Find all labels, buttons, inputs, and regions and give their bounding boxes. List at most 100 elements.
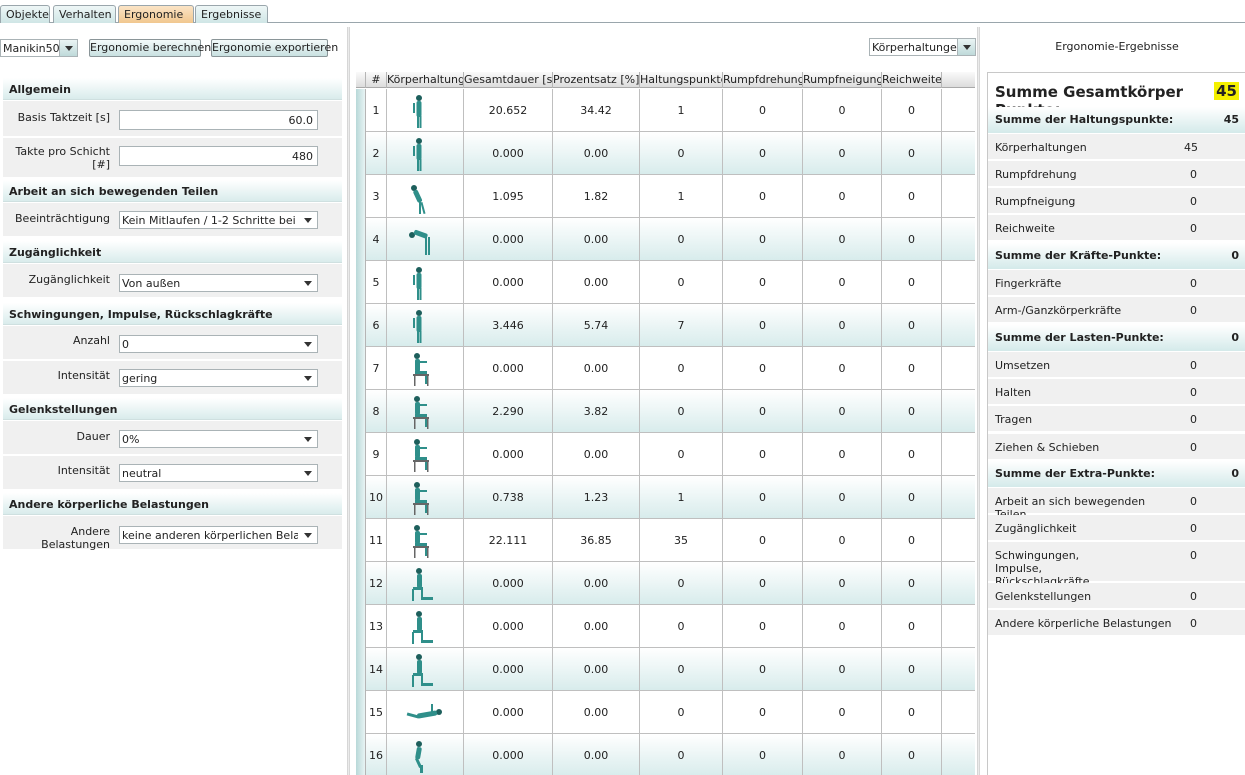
total-points-row: Summe Gesamtkörper Punkte: 45 <box>988 80 1245 119</box>
intensitaet-select[interactable]: gering <box>119 369 318 387</box>
cell-rumpfneigung: 0 <box>803 476 882 519</box>
panel-splitter-right[interactable] <box>977 27 980 775</box>
table-row[interactable]: 13 0.000 0.00 0 0 0 0 <box>356 605 975 648</box>
chevron-down-icon[interactable] <box>299 431 317 447</box>
cell-gesamtdauer: 0.000 <box>464 433 553 476</box>
compute-ergonomics-button[interactable]: Ergonomie berechnen <box>89 39 211 57</box>
intensitaet-gelenk-label: Intensität <box>57 464 110 477</box>
header-prozentsatz[interactable]: Prozentsatz [%] <box>553 72 640 88</box>
table-row[interactable]: 5 0.000 0.00 0 0 0 0 <box>356 261 975 304</box>
row-selector[interactable] <box>356 605 366 648</box>
row-selector[interactable] <box>356 519 366 562</box>
table-row[interactable]: 10 0.738 1.23 1 0 0 0 <box>356 476 975 519</box>
andere-belastungen-select[interactable]: keine anderen körperlichen Belastur <box>119 526 318 544</box>
row-selector[interactable] <box>356 347 366 390</box>
force-sum-label: Summe der Kräfte-Punkte: <box>995 249 1162 262</box>
takte-pro-schicht-input[interactable]: 480 <box>119 146 318 166</box>
intensitaet-gelenk-select[interactable]: neutral <box>119 464 318 482</box>
cell-koerperhaltung <box>387 132 464 175</box>
result-label: Fingerkräfte <box>995 277 1062 290</box>
beeintraechtigung-select[interactable]: Kein Mitlaufen / 1-2 Schritte bei Auf <box>119 211 318 229</box>
row-selector[interactable] <box>356 175 366 218</box>
anzahl-select[interactable]: 0 <box>119 335 318 353</box>
chevron-down-icon[interactable] <box>299 336 317 352</box>
row-selector[interactable] <box>356 476 366 519</box>
cell-gesamtdauer: 0.000 <box>464 132 553 175</box>
row-selector[interactable] <box>356 89 366 132</box>
cell-koerperhaltung <box>387 562 464 605</box>
table-row[interactable]: 6 3.446 5.74 7 0 0 0 <box>356 304 975 347</box>
cell-rumpfdrehung: 0 <box>723 433 803 476</box>
cell-index: 7 <box>366 347 387 390</box>
cell-index: 5 <box>366 261 387 304</box>
chevron-down-icon[interactable] <box>59 40 77 56</box>
basis-taktzeit-input[interactable]: 60.0 <box>119 110 318 130</box>
table-row[interactable]: 14 0.000 0.00 0 0 0 0 <box>356 648 975 691</box>
row-takte-pro-schicht: Takte pro Schicht [#] 480 <box>3 138 342 178</box>
export-ergonomics-button[interactable]: Ergonomie exportieren <box>211 39 338 57</box>
cell-rumpfneigung: 0 <box>803 89 882 132</box>
table-row[interactable]: 12 0.000 0.00 0 0 0 0 <box>356 562 975 605</box>
cell-reichweite: 0 <box>882 175 942 218</box>
table-row[interactable]: 2 0.000 0.00 0 0 0 0 <box>356 132 975 175</box>
header-rumpfneigung[interactable]: Rumpfneigung <box>803 72 882 88</box>
cell-rumpfdrehung: 0 <box>723 261 803 304</box>
row-selector[interactable] <box>356 304 366 347</box>
header-rumpfdrehung[interactable]: Rumpfdrehung <box>723 72 803 88</box>
chevron-down-icon[interactable] <box>299 275 317 291</box>
cell-reichweite: 0 <box>882 734 942 775</box>
row-selector[interactable] <box>356 433 366 476</box>
table-row[interactable]: 11 22.111 36.85 35 0 0 0 <box>356 519 975 562</box>
section-gelenkstellungen: Gelenkstellungen <box>3 398 342 420</box>
cell-haltungspunkte: 0 <box>640 648 723 691</box>
dauer-select[interactable]: 0% <box>119 430 318 448</box>
row-selector[interactable] <box>356 390 366 433</box>
table-row[interactable]: 16 0.000 0.00 0 0 0 0 <box>356 734 975 775</box>
cell-prozentsatz: 0.00 <box>553 605 640 648</box>
chevron-down-icon[interactable] <box>299 465 317 481</box>
row-selector[interactable] <box>356 562 366 605</box>
result-value: 0 <box>1190 359 1197 372</box>
view-select[interactable]: Körperhaltungen <box>869 38 976 56</box>
table-row[interactable]: 3 1.095 1.82 1 0 0 0 <box>356 175 975 218</box>
tab-objekte[interactable]: Objekte <box>0 5 50 23</box>
zugaenglichkeit-select[interactable]: Von außen <box>119 274 318 292</box>
cell-reichweite: 0 <box>882 605 942 648</box>
table-row[interactable]: 7 0.000 0.00 0 0 0 0 <box>356 347 975 390</box>
tab-verhalten[interactable]: Verhalten <box>53 5 116 23</box>
intensitaet-value: gering <box>122 372 158 385</box>
cell-koerperhaltung <box>387 605 464 648</box>
row-selector[interactable] <box>356 261 366 304</box>
row-selector[interactable] <box>356 132 366 175</box>
cell-index: 3 <box>366 175 387 218</box>
cell-empty <box>942 304 975 347</box>
chevron-down-icon[interactable] <box>957 39 975 55</box>
header-haltungspunkte[interactable]: Haltungspunkte <box>640 72 723 88</box>
chevron-down-icon[interactable] <box>299 527 317 543</box>
header-reichweite[interactable]: Reichweite <box>882 72 942 88</box>
table-row[interactable]: 9 0.000 0.00 0 0 0 0 <box>356 433 975 476</box>
tab-ergebnisse[interactable]: Ergebnisse <box>195 5 268 23</box>
table-row[interactable]: 1 20.652 34.42 1 0 0 0 <box>356 89 975 132</box>
result-rumpfdrehung: Rumpfdrehung 0 <box>988 161 1245 187</box>
header-koerperhaltung[interactable]: Körperhaltung <box>387 72 464 88</box>
table-row[interactable]: 8 2.290 3.82 0 0 0 0 <box>356 390 975 433</box>
cell-reichweite: 0 <box>882 304 942 347</box>
chevron-down-icon[interactable] <box>299 212 317 228</box>
row-selector[interactable] <box>356 218 366 261</box>
result-value: 0 <box>1190 195 1197 208</box>
table-row[interactable]: 15 0.000 0.00 0 0 0 0 <box>356 691 975 734</box>
tab-ergonomie[interactable]: Ergonomie <box>118 5 194 23</box>
manikin-select[interactable]: Manikin50 <box>0 39 78 57</box>
header-index[interactable]: # <box>366 72 387 88</box>
chevron-down-icon[interactable] <box>299 370 317 386</box>
row-selector[interactable] <box>356 691 366 734</box>
row-selector[interactable] <box>356 648 366 691</box>
header-gesamtdauer[interactable]: Gesamtdauer [s] <box>464 72 553 88</box>
table-row[interactable]: 4 0.000 0.00 0 0 0 0 <box>356 218 975 261</box>
panel-splitter-left[interactable] <box>347 27 350 775</box>
result-value: 0 <box>1190 413 1197 426</box>
row-selector[interactable] <box>356 734 366 775</box>
cell-rumpfdrehung: 0 <box>723 605 803 648</box>
zugaenglichkeit-value: Von außen <box>122 277 181 290</box>
